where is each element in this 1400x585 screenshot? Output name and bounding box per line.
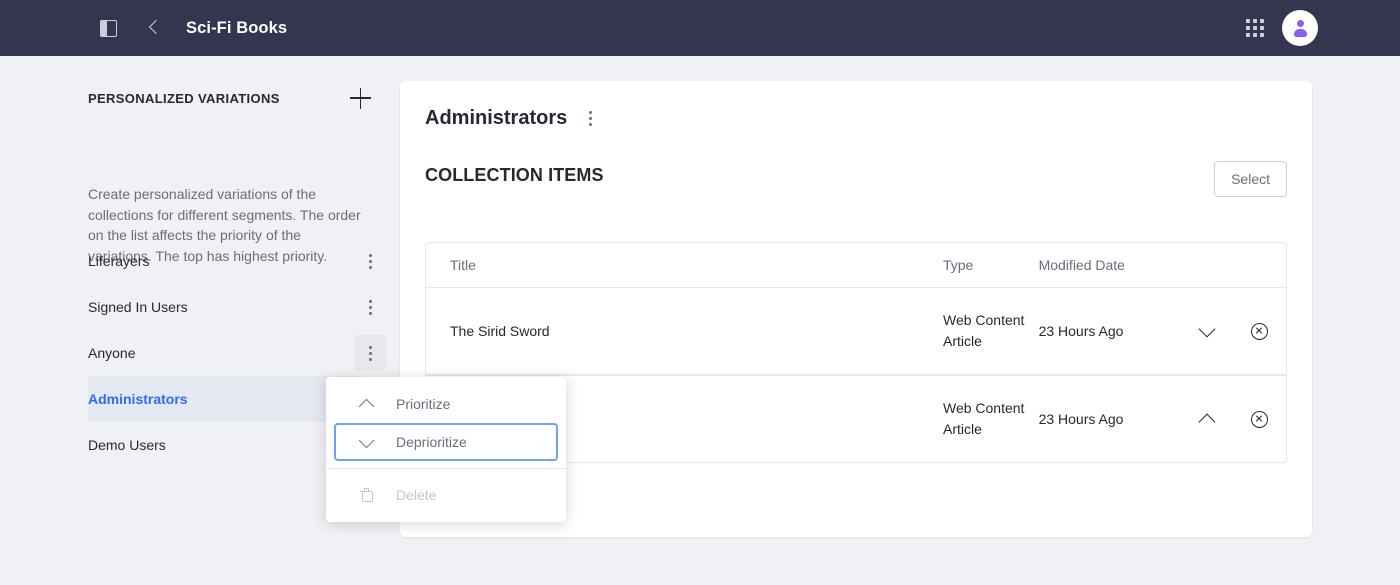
- cell-type: Web Content Article: [942, 312, 1025, 349]
- card-title: Administrators: [425, 107, 568, 129]
- top-navigation-bar: Sci-Fi Books: [0, 0, 1400, 56]
- menu-item-deprioritize[interactable]: Deprioritize: [334, 423, 558, 461]
- kebab-dot: [368, 265, 372, 269]
- grid-dot: [1260, 26, 1264, 30]
- app-grid-icon[interactable]: [1246, 19, 1264, 37]
- menu-item-label: Prioritize: [396, 396, 451, 412]
- sidebar-header: PERSONALIZED VARIATIONS: [88, 87, 372, 109]
- variation-options-button[interactable]: [354, 243, 386, 279]
- menu-divider: [326, 468, 566, 469]
- times-circle-icon: [1251, 410, 1269, 428]
- grid-dot: [1260, 19, 1264, 23]
- sidebar-item-liferayers[interactable]: Liferayers: [88, 238, 372, 284]
- grid-dot: [1246, 19, 1250, 23]
- kebab-dot: [368, 305, 372, 309]
- grid-dot: [1246, 26, 1250, 30]
- kebab-dot: [368, 357, 372, 361]
- chevron-up-icon: [1198, 410, 1216, 428]
- row-move-action[interactable]: [1181, 410, 1233, 428]
- grid-dot: [1253, 26, 1257, 30]
- sidebar-title: PERSONALIZED VARIATIONS: [88, 90, 280, 106]
- variation-label: Demo Users: [88, 437, 166, 453]
- chevron-down-icon: [1198, 322, 1216, 340]
- kebab-dot: [588, 117, 592, 120]
- table-row[interactable]: The Sirid Sword Web Content Article 23 H…: [425, 287, 1287, 375]
- cell-modified-date: 23 Hours Ago: [1038, 411, 1124, 427]
- grid-dot: [1253, 33, 1257, 37]
- column-header-title: Title: [450, 257, 476, 273]
- back-button[interactable]: [138, 12, 170, 44]
- table-header-row: Title Type Modified Date: [425, 242, 1287, 287]
- variation-context-menu: Prioritize Deprioritize Delete: [326, 377, 566, 522]
- kebab-dot: [368, 299, 372, 303]
- sidebar-item-administrators[interactable]: Administrators: [88, 376, 366, 422]
- kebab-dot: [368, 259, 372, 263]
- kebab-dot: [368, 311, 372, 315]
- grid-dot: [1260, 33, 1264, 37]
- avatar[interactable]: [1282, 10, 1318, 46]
- page-title: Sci-Fi Books: [186, 18, 288, 37]
- menu-item-prioritize[interactable]: Prioritize: [334, 385, 558, 423]
- section-title: COLLECTION ITEMS: [425, 165, 604, 185]
- column-header-type: Type: [942, 257, 974, 273]
- menu-item-label: Delete: [396, 487, 437, 503]
- variation-options-button-active[interactable]: [354, 335, 386, 371]
- user-icon: [1292, 20, 1308, 37]
- topbar-right-group: [1246, 0, 1318, 56]
- kebab-dot: [368, 253, 372, 257]
- column-header-modified-date: Modified Date: [1038, 257, 1125, 273]
- chevron-up-icon: [358, 396, 374, 412]
- sidebar-item-anyone[interactable]: Anyone: [88, 330, 386, 376]
- sidebar-toggle-button[interactable]: [92, 12, 124, 44]
- kebab-dot: [368, 345, 372, 349]
- select-button[interactable]: Select: [1214, 161, 1287, 197]
- trash-icon: [358, 487, 374, 503]
- row-remove-action[interactable]: [1234, 410, 1286, 428]
- grid-dot: [1246, 33, 1250, 37]
- row-remove-action[interactable]: [1234, 322, 1286, 340]
- menu-item-delete[interactable]: Delete: [334, 476, 558, 514]
- topbar-left-group: Sci-Fi Books: [0, 12, 287, 44]
- card-options-button[interactable]: [581, 108, 599, 130]
- sidebar-item-signed-in-users[interactable]: Signed In Users: [88, 284, 372, 330]
- grid-dot: [1253, 19, 1257, 23]
- card-header: Administrators: [425, 107, 599, 130]
- variation-label: Anyone: [88, 345, 136, 361]
- kebab-dot: [588, 111, 592, 114]
- sidebar-item-demo-users[interactable]: Demo Users: [88, 422, 366, 468]
- cell-title: The Sirid Sword: [450, 323, 550, 339]
- chevron-down-icon: [358, 434, 374, 450]
- cell-type: Web Content Article: [942, 400, 1025, 437]
- menu-item-label: Deprioritize: [396, 434, 467, 450]
- row-move-action[interactable]: [1181, 322, 1233, 340]
- variation-label: Liferayers: [88, 253, 150, 269]
- add-variation-button[interactable]: [350, 87, 372, 109]
- kebab-dot: [588, 123, 592, 126]
- cell-modified-date: 23 Hours Ago: [1038, 323, 1124, 339]
- variation-label: Signed In Users: [88, 299, 188, 315]
- times-circle-icon: [1251, 322, 1269, 340]
- variation-options-button[interactable]: [354, 289, 386, 325]
- chevron-left-icon: [147, 21, 161, 35]
- panel-icon: [99, 19, 117, 37]
- variation-label: Administrators: [88, 391, 188, 407]
- kebab-dot: [368, 351, 372, 355]
